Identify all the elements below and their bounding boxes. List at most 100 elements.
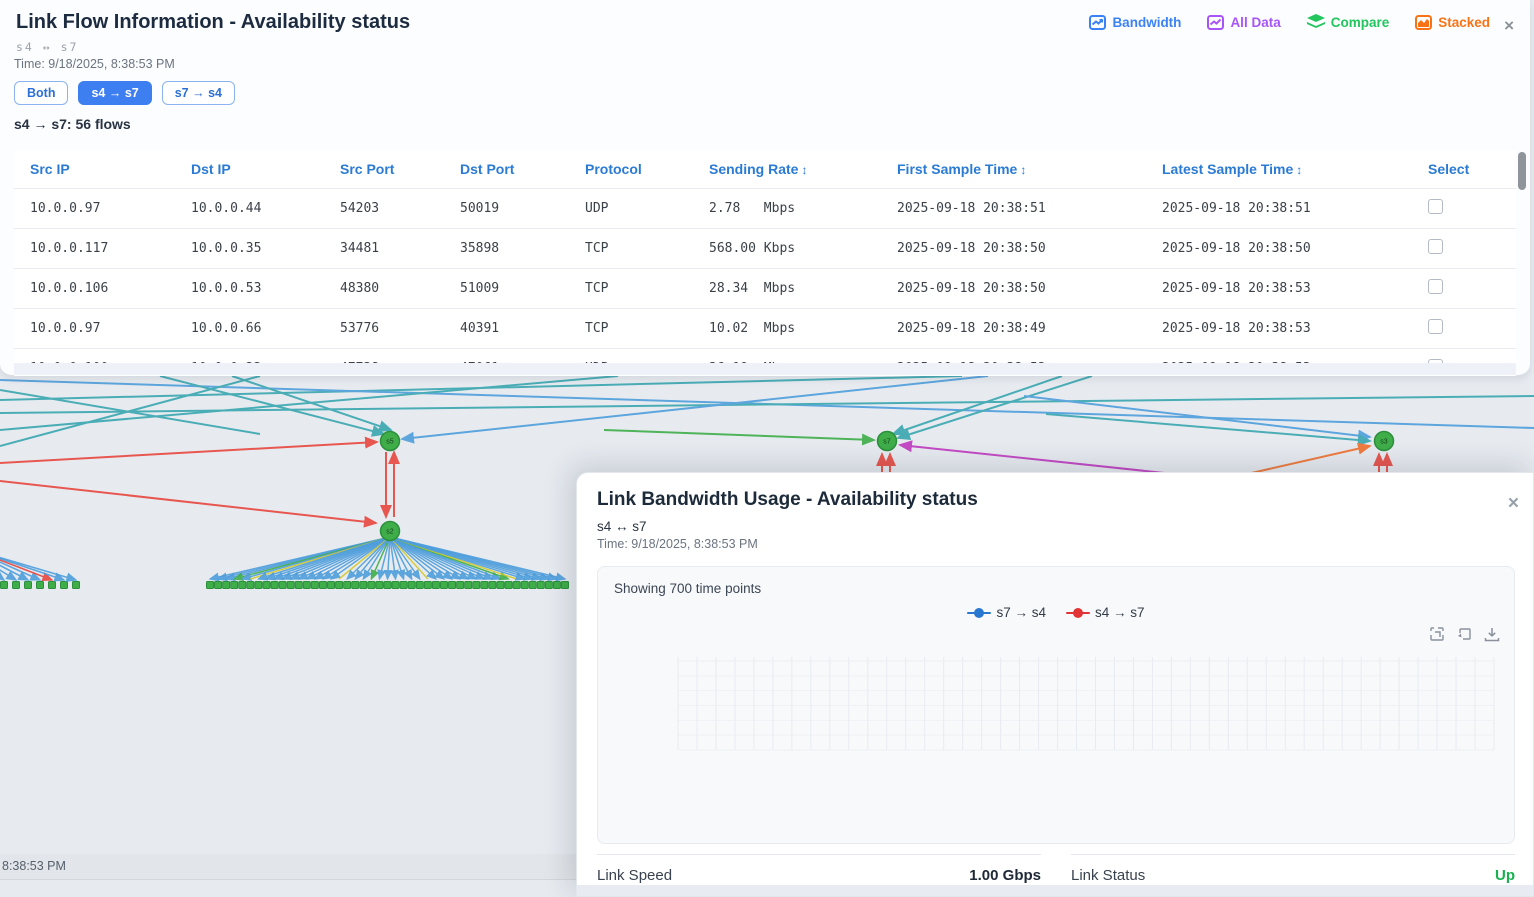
col-header-protocol: Protocol	[569, 150, 693, 189]
host-node[interactable]	[319, 582, 326, 589]
row-select-checkbox[interactable]	[1428, 279, 1443, 294]
host-node[interactable]	[521, 582, 528, 589]
flow-row: 10.0.0.11710.0.0.353448135898TCP568.00 K…	[14, 229, 1516, 269]
host-node[interactable]	[553, 582, 560, 589]
host-node[interactable]	[279, 582, 286, 589]
bandwidth-button[interactable]: Bandwidth	[1089, 15, 1181, 30]
host-node[interactable]	[376, 582, 383, 589]
host-node[interactable]	[449, 582, 456, 589]
bandwidth-chart-card: Showing 700 time points s7 → s4 s4 → s7	[597, 566, 1515, 844]
filter-both-button[interactable]: Both	[14, 81, 68, 105]
switch-node-s7[interactable]: s7	[878, 432, 897, 451]
table-vertical-scrollbar[interactable]	[1518, 152, 1526, 372]
host-node[interactable]	[295, 582, 302, 589]
host-node[interactable]	[311, 582, 318, 589]
host-node[interactable]	[489, 582, 496, 589]
host-node[interactable]	[231, 582, 238, 589]
host-node[interactable]	[25, 582, 32, 589]
col-header-first-sample-time[interactable]: First Sample Time↕	[881, 150, 1146, 189]
host-node[interactable]	[49, 582, 56, 589]
host-node[interactable]	[384, 582, 391, 589]
layers-icon	[1307, 14, 1325, 30]
row-select-checkbox[interactable]	[1428, 319, 1443, 334]
host-node[interactable]	[537, 582, 544, 589]
switch-node-s5[interactable]: s5	[381, 432, 400, 451]
legend-item[interactable]: s4 → s7	[1066, 605, 1145, 620]
filter-s7-to-s4-button[interactable]: s7 → s4	[162, 81, 235, 105]
host-node[interactable]	[360, 582, 367, 589]
flow-row: 10.0.0.9710.0.0.665377640391TCP10.02 Mbp…	[14, 309, 1516, 349]
close-icon[interactable]: ×	[1508, 493, 1519, 515]
host-node[interactable]	[368, 582, 375, 589]
flows-summary: s4 → s7: 56 flows	[14, 116, 131, 132]
host-node[interactable]	[481, 582, 488, 589]
all-data-button[interactable]: All Data	[1207, 15, 1280, 30]
host-node[interactable]	[263, 582, 270, 589]
host-node[interactable]	[352, 582, 359, 589]
host-node[interactable]	[1, 582, 8, 589]
host-node[interactable]	[37, 582, 44, 589]
host-node[interactable]	[497, 582, 504, 589]
host-node[interactable]	[473, 582, 480, 589]
host-node[interactable]	[545, 582, 552, 589]
filter-s4-to-s7-button[interactable]: s4 → s7	[78, 81, 151, 105]
host-node[interactable]	[287, 582, 294, 589]
host-node[interactable]	[239, 582, 246, 589]
area-chart-icon	[1415, 15, 1432, 30]
row-select-checkbox[interactable]	[1428, 199, 1443, 214]
host-node[interactable]	[61, 582, 68, 589]
host-node[interactable]	[303, 582, 310, 589]
host-node[interactable]	[562, 582, 569, 589]
modal-title: Link Bandwidth Usage - Availability stat…	[597, 489, 978, 511]
host-node[interactable]	[336, 582, 343, 589]
col-header-latest-sample-time[interactable]: Latest Sample Time↕	[1146, 150, 1412, 189]
switch-node-s3[interactable]: s3	[1375, 432, 1394, 451]
col-header-sending-rate[interactable]: Sending Rate↕	[693, 150, 881, 189]
host-node[interactable]	[271, 582, 278, 589]
host-node[interactable]	[13, 582, 20, 589]
svg-text:s7: s7	[883, 439, 891, 446]
table-horizontal-scrollbar[interactable]	[14, 363, 1516, 375]
switch-node-s2[interactable]: s2	[381, 522, 400, 541]
link-status-label: Link Status	[1071, 867, 1145, 884]
legend-item[interactable]: s7 → s4	[967, 605, 1046, 620]
host-node[interactable]	[529, 582, 536, 589]
host-node[interactable]	[215, 582, 222, 589]
host-node[interactable]	[513, 582, 520, 589]
host-node[interactable]	[432, 582, 439, 589]
host-node[interactable]	[223, 582, 230, 589]
host-node[interactable]	[457, 582, 464, 589]
panel-time: Time: 9/18/2025, 8:38:53 PM	[14, 57, 175, 71]
host-node[interactable]	[465, 582, 472, 589]
host-node[interactable]	[424, 582, 431, 589]
svg-text:s3: s3	[1380, 439, 1388, 446]
bandwidth-line-chart[interactable]	[598, 645, 1516, 845]
col-header-dst-ip: Dst IP	[175, 150, 324, 189]
host-node[interactable]	[247, 582, 254, 589]
host-node[interactable]	[408, 582, 415, 589]
link-status-row: Link Status Up	[1071, 854, 1515, 884]
host-node[interactable]	[73, 582, 80, 589]
host-node[interactable]	[328, 582, 335, 589]
compare-layers-icon-button[interactable]: Compare	[1307, 14, 1390, 30]
host-node[interactable]	[400, 582, 407, 589]
chart-mode-toolbar: Bandwidth All Data Compare Stacked	[1089, 14, 1490, 30]
host-node[interactable]	[416, 582, 423, 589]
row-select-checkbox[interactable]	[1428, 239, 1443, 254]
host-node[interactable]	[344, 582, 351, 589]
modal-bottom-strip	[577, 885, 1533, 896]
host-node[interactable]	[505, 582, 512, 589]
time-points-label: Showing 700 time points	[614, 581, 761, 596]
col-header-dst-port: Dst Port	[444, 150, 569, 189]
stacked-button[interactable]: Stacked	[1415, 15, 1490, 30]
host-node[interactable]	[440, 582, 447, 589]
close-icon[interactable]: ×	[1504, 16, 1514, 36]
host-node[interactable]	[392, 582, 399, 589]
flow-row: 10.0.0.10610.0.0.534838051009TCP28.34 Mb…	[14, 269, 1516, 309]
host-node[interactable]	[255, 582, 262, 589]
link-endpoints: s4 ↔ s7	[16, 40, 78, 54]
modal-link-endpoints: s4 ↔ s7	[597, 519, 647, 534]
link-speed-row: Link Speed 1.00 Gbps	[597, 854, 1041, 884]
col-header-src-ip: Src IP	[14, 150, 175, 189]
host-node[interactable]	[207, 582, 214, 589]
